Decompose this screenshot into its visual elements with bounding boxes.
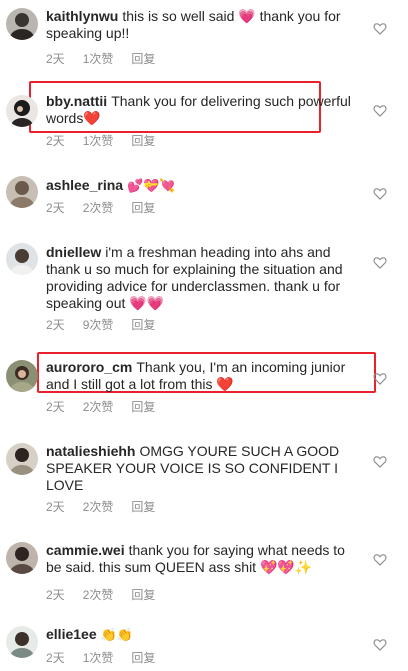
- comment-username[interactable]: bby.nattii: [46, 93, 107, 109]
- comment-time: 2天: [46, 588, 65, 602]
- comment-text-block: dniellew i'm a freshman heading into ahs …: [46, 244, 354, 312]
- comment-likes[interactable]: 9次赞: [83, 318, 114, 332]
- comment-time: 2天: [46, 400, 65, 414]
- heart-outline-icon[interactable]: [373, 104, 387, 117]
- comment-text-block: bby.nattii Thank you for delivering such …: [46, 93, 354, 127]
- comment-time: 2天: [46, 201, 65, 215]
- comment-likes[interactable]: 1次赞: [83, 134, 114, 148]
- avatar[interactable]: [6, 443, 38, 475]
- heart-outline-icon[interactable]: [373, 553, 387, 566]
- comment-likes[interactable]: 2次赞: [83, 400, 114, 414]
- comment-meta: 2天 1次赞 回复: [46, 134, 173, 148]
- reply-button[interactable]: 回复: [131, 400, 155, 414]
- comment-meta: 2天 2次赞 回复: [46, 400, 173, 414]
- reply-button[interactable]: 回复: [131, 651, 155, 665]
- heart-outline-icon[interactable]: [373, 372, 387, 385]
- heart-outline-icon[interactable]: [373, 455, 387, 468]
- comment-text-block: ellie1ee 👏👏: [46, 626, 354, 644]
- comment-body: 💕💝💘: [127, 179, 176, 194]
- comment-time: 2天: [46, 52, 65, 66]
- reply-button[interactable]: 回复: [131, 500, 155, 514]
- comment-username[interactable]: ellie1ee: [46, 626, 97, 642]
- avatar[interactable]: [6, 243, 38, 275]
- comment-time: 2天: [46, 651, 65, 665]
- heart-outline-icon[interactable]: [373, 22, 387, 35]
- comment-text-block: kaithlynwu this is so well said 💗 thank y…: [46, 8, 354, 42]
- comment-username[interactable]: aurororo_cm: [46, 359, 132, 375]
- comment-meta: 2天 1次赞 回复: [46, 651, 173, 665]
- heart-outline-icon[interactable]: [373, 187, 387, 200]
- comment-meta: 2天 2次赞 回复: [46, 588, 173, 602]
- comment-time: 2天: [46, 500, 65, 514]
- reply-button[interactable]: 回复: [131, 52, 155, 66]
- comment-likes[interactable]: 2次赞: [83, 500, 114, 514]
- comment-username[interactable]: ashlee_rina: [46, 177, 123, 193]
- comment-text-block: aurororo_cm Thank you, I'm an incoming ju…: [46, 359, 354, 393]
- comment-likes[interactable]: 1次赞: [83, 651, 114, 665]
- comment-username[interactable]: natalieshiehh: [46, 443, 135, 459]
- avatar[interactable]: [6, 8, 38, 40]
- heart-outline-icon[interactable]: [373, 638, 387, 651]
- comment-text-block: ashlee_rina 💕💝💘: [46, 177, 354, 195]
- reply-button[interactable]: 回复: [131, 588, 155, 602]
- comment-username[interactable]: dniellew: [46, 244, 101, 260]
- comment-likes[interactable]: 1次赞: [83, 52, 114, 66]
- comment-likes[interactable]: 2次赞: [83, 201, 114, 215]
- avatar[interactable]: [6, 360, 38, 392]
- comment-time: 2天: [46, 318, 65, 332]
- reply-button[interactable]: 回复: [131, 318, 155, 332]
- avatar[interactable]: [6, 176, 38, 208]
- comment-meta: 2天 2次赞 回复: [46, 500, 173, 514]
- comment-text-block: natalieshiehh OMGG YOURE SUCH A GOOD SPEA…: [46, 443, 354, 494]
- comment-likes[interactable]: 2次赞: [83, 588, 114, 602]
- heart-outline-icon[interactable]: [373, 256, 387, 269]
- comment-username[interactable]: kaithlynwu: [46, 8, 118, 24]
- avatar[interactable]: [6, 542, 38, 574]
- comment-meta: 2天 9次赞 回复: [46, 318, 173, 332]
- reply-button[interactable]: 回复: [131, 134, 155, 148]
- comment-meta: 2天 2次赞 回复: [46, 201, 173, 215]
- avatar[interactable]: [6, 95, 38, 127]
- reply-button[interactable]: 回复: [131, 201, 155, 215]
- comment-body: 👏👏: [100, 628, 133, 643]
- comment-time: 2天: [46, 134, 65, 148]
- comment-username[interactable]: cammie.wei: [46, 542, 125, 558]
- comment-meta: 2天 1次赞 回复: [46, 52, 173, 66]
- comment-text-block: cammie.wei thank you for saying what need…: [46, 542, 354, 576]
- avatar[interactable]: [6, 626, 38, 658]
